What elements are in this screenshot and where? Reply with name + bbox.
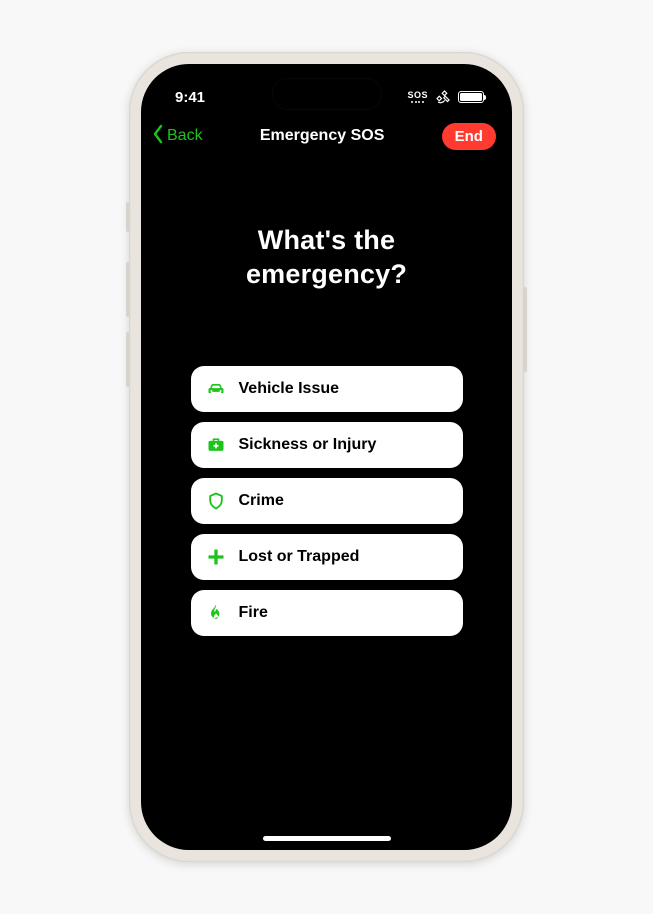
shield-icon [205, 490, 227, 512]
page-heading: What's the emergency? [141, 224, 512, 292]
phone-frame: 9:41 SOS Back [129, 52, 524, 862]
flame-icon [205, 602, 227, 624]
back-label: Back [167, 127, 203, 145]
nav-bar: Back Emergency SOS End [141, 114, 512, 158]
mute-switch [126, 202, 130, 232]
sos-dots [411, 101, 424, 103]
option-label: Lost or Trapped [239, 548, 360, 566]
option-vehicle-issue[interactable]: Vehicle Issue [191, 366, 463, 412]
option-label: Sickness or Injury [239, 436, 377, 454]
volume-up-button [126, 262, 130, 317]
option-sickness-injury[interactable]: Sickness or Injury [191, 422, 463, 468]
sos-indicator: SOS [407, 91, 428, 103]
battery-icon [458, 91, 484, 103]
volume-down-button [126, 332, 130, 387]
car-icon [205, 378, 227, 400]
home-indicator[interactable] [263, 836, 391, 841]
status-right: SOS [407, 88, 484, 106]
medkit-icon [205, 434, 227, 456]
plus-icon [205, 546, 227, 568]
satellite-icon [434, 88, 452, 106]
screen: 9:41 SOS Back [141, 64, 512, 850]
emergency-options: Vehicle Issue Sickness or Injury Crime L… [191, 366, 463, 636]
option-fire[interactable]: Fire [191, 590, 463, 636]
option-label: Vehicle Issue [239, 380, 340, 398]
back-button[interactable]: Back [151, 124, 203, 149]
chevron-left-icon [151, 124, 165, 149]
option-label: Crime [239, 492, 284, 510]
status-time: 9:41 [175, 89, 205, 106]
option-crime[interactable]: Crime [191, 478, 463, 524]
sos-label: SOS [407, 91, 428, 100]
dynamic-island [272, 78, 382, 110]
option-label: Fire [239, 604, 268, 622]
nav-title: Emergency SOS [260, 127, 385, 145]
power-button [523, 287, 527, 372]
option-lost-trapped[interactable]: Lost or Trapped [191, 534, 463, 580]
end-button[interactable]: End [442, 123, 496, 150]
